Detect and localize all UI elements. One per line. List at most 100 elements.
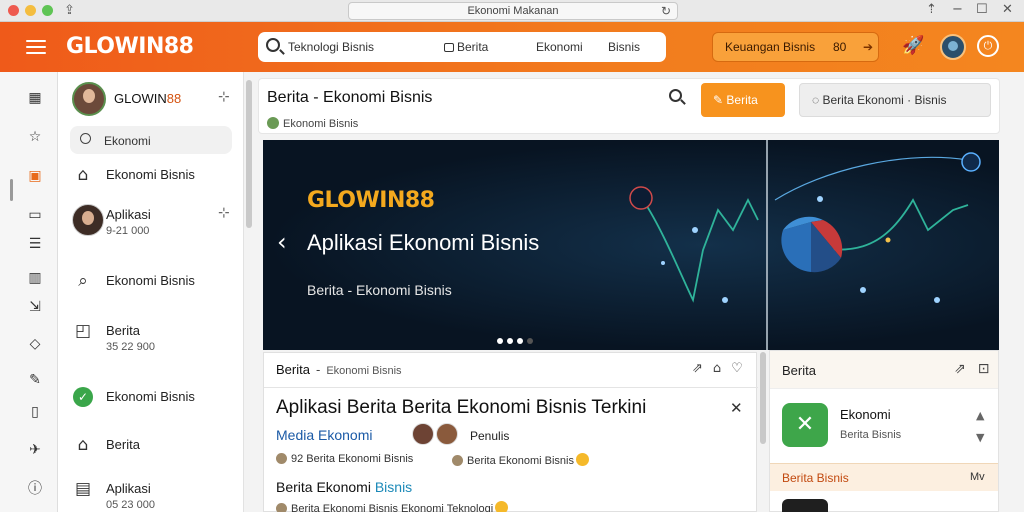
hero-subline: Berita - Ekonomi Bisnis xyxy=(307,282,452,298)
filter-chip-ekonomi[interactable]: Ekonomi xyxy=(536,40,583,54)
user-avatar[interactable] xyxy=(940,34,966,60)
pin-icon[interactable]: ⊹ xyxy=(218,204,230,221)
share-icon[interactable]: ⇪ xyxy=(64,3,75,18)
hero-headline: Aplikasi Ekonomi Bisnis xyxy=(307,230,540,255)
chevron-down-icon[interactable]: ▼ xyxy=(976,427,984,449)
checkbox-icon xyxy=(444,43,454,52)
arrow-right-icon: ➔ xyxy=(863,40,874,54)
panel-strip[interactable]: Berita Bisnis Mv xyxy=(770,463,998,491)
expand-icon[interactable]: ⊡ xyxy=(978,361,990,377)
right-panel: Berita ⇗ ⊡ ✕ Ekonomi Berita Bisnis ▲ ▼ Ber… xyxy=(769,350,999,512)
page-title: Berita - Ekonomi Bisnis xyxy=(267,89,433,106)
app-description: Berita Bisnis xyxy=(840,429,902,441)
article-actions: ⇗ ⌂ ♡ xyxy=(682,361,743,376)
icon-rail: ▦ ☆ ▣ ▭ ☰ ▥ ⇲ ◇ ✎ ▯ ✈ ⓘ xyxy=(0,72,58,512)
secondary-button[interactable]: ◌ Berita Ekonomi · Bisnis xyxy=(799,83,991,117)
close-icon[interactable]: ✕ xyxy=(730,399,743,417)
heart-icon[interactable]: ♡ xyxy=(731,361,743,376)
download-icon[interactable]: ⇡ xyxy=(926,2,937,17)
contact-avatar xyxy=(72,204,104,236)
app-tile-icon[interactable]: ✕ xyxy=(782,403,828,447)
article-section-title[interactable]: Berita Ekonomi Bisnis xyxy=(276,479,412,495)
profile-avatar[interactable] xyxy=(72,82,106,116)
promo-button[interactable]: Keuangan Bisnis 80 ➔ xyxy=(712,32,879,62)
menu-icon[interactable] xyxy=(26,36,46,58)
sidebar: GLOWIN88 ⊹ Ekonomi ⌂ Ekonomi Bisnis Apli… xyxy=(58,72,244,512)
carousel-dot[interactable] xyxy=(507,338,513,344)
power-icon[interactable]: ⏻ xyxy=(977,35,999,57)
edit-icon[interactable]: ✎ xyxy=(25,370,45,390)
user-icon xyxy=(276,453,287,464)
rocket-icon[interactable]: 🚀 xyxy=(902,35,924,56)
sidebar-search-input[interactable]: Ekonomi xyxy=(70,126,232,154)
document-icon[interactable]: ▭ xyxy=(25,205,45,225)
search-query: Teknologi Bisnis xyxy=(288,40,375,54)
app-header: GLOWIN88 Teknologi Bisnis Berita Ekonomi… xyxy=(0,22,1024,72)
panel-title: Berita xyxy=(782,363,816,378)
device-icon[interactable]: ▯ xyxy=(25,402,45,422)
share-icon[interactable]: ⇗ xyxy=(954,361,966,377)
home-icon[interactable]: ▣ xyxy=(25,166,45,186)
window-titlebar: ⇪ Ekonomi Makanan ↻ ⇡ − ☐ ✕ xyxy=(0,0,1024,22)
rail-active-indicator xyxy=(10,179,13,201)
author-avatar[interactable] xyxy=(412,423,434,445)
carousel-dot[interactable] xyxy=(527,338,533,344)
address-bar[interactable]: Ekonomi Makanan ↻ xyxy=(348,2,678,20)
document-icon: ▤ xyxy=(74,479,92,499)
article-scrollbar[interactable] xyxy=(760,352,766,444)
sidebar-scrollbar[interactable] xyxy=(246,80,252,228)
grid-icon[interactable]: ▦ xyxy=(25,88,45,108)
carousel-prev-icon[interactable]: ‹ xyxy=(277,228,287,256)
export-icon[interactable]: ⇲ xyxy=(25,297,45,317)
panel-header: Berita ⇗ ⊡ xyxy=(770,351,998,389)
frame-icon: ◰ xyxy=(74,321,92,341)
carousel-dot[interactable] xyxy=(497,338,503,344)
carousel-dots[interactable] xyxy=(497,331,537,349)
filter-chip-bisnis[interactable]: Bisnis xyxy=(608,40,640,54)
minimize-window-button[interactable] xyxy=(25,5,36,16)
strip-right-label: Mv xyxy=(970,471,985,483)
divider xyxy=(264,387,758,388)
chevron-up-icon[interactable]: ▲ xyxy=(976,405,984,427)
hero-banner[interactable]: ‹ GLOWIN88 Aplikasi Ekonomi Bisnis Berit… xyxy=(263,140,999,350)
page-header: Berita - Ekonomi Bisnis Ekonomi Bisnis ✎… xyxy=(258,78,1000,134)
search-input[interactable]: Teknologi Bisnis Berita Ekonomi Bisnis xyxy=(258,32,666,62)
close-window-button[interactable] xyxy=(8,5,19,16)
search-icon: ⌕ xyxy=(78,271,88,291)
search-icon xyxy=(266,38,280,52)
restore-icon[interactable]: ☐ xyxy=(976,2,988,17)
chevron-toggle[interactable]: ▲ ▼ xyxy=(976,405,984,449)
next-app-tile[interactable] xyxy=(782,499,828,512)
info-icon[interactable]: ⓘ xyxy=(25,479,45,499)
check-icon: ✓ xyxy=(73,387,93,407)
minimize-icon[interactable]: − xyxy=(952,2,963,17)
chart-icon[interactable]: ▥ xyxy=(25,268,45,288)
article-tab[interactable]: Berita - Ekonomi Bisnis xyxy=(276,362,402,377)
primary-button[interactable]: ✎ Berita xyxy=(701,83,785,117)
close-icon[interactable]: ✕ xyxy=(1002,2,1013,17)
article-author[interactable]: Media Ekonomi xyxy=(276,427,373,443)
tag-icon[interactable]: ◇ xyxy=(25,334,45,354)
pin-icon[interactable]: ⊹ xyxy=(218,88,230,105)
star-icon[interactable]: ☆ xyxy=(25,127,45,147)
maximize-window-button[interactable] xyxy=(42,5,53,16)
rocket-rail-icon[interactable]: ✈ xyxy=(25,440,45,460)
article-meta: 92 Berita Ekonomi Bisnis xyxy=(276,453,413,465)
share-icon[interactable]: ⇗ xyxy=(692,361,703,376)
search-icon xyxy=(80,133,91,144)
list-icon[interactable]: ☰ xyxy=(25,234,45,254)
author-role: Penulis xyxy=(470,429,510,443)
article-title[interactable]: Aplikasi Berita Berita Ekonomi Bisnis Te… xyxy=(276,397,646,419)
emoji-icon xyxy=(576,453,589,466)
filter-chip-berita[interactable]: Berita xyxy=(444,40,488,54)
address-text: Ekonomi Makanan xyxy=(467,5,559,17)
app-logo[interactable]: GLOWIN88 xyxy=(66,34,194,59)
app-name[interactable]: Ekonomi xyxy=(840,407,891,422)
profile-name: GLOWIN88 xyxy=(114,91,182,106)
reload-icon[interactable]: ↻ xyxy=(661,3,671,19)
author-avatar-2[interactable] xyxy=(436,423,458,445)
carousel-dot[interactable] xyxy=(517,338,523,344)
page-subtitle: Ekonomi Bisnis xyxy=(267,117,358,130)
bookmark-icon[interactable]: ⌂ xyxy=(713,361,721,376)
search-icon[interactable] xyxy=(669,89,687,107)
